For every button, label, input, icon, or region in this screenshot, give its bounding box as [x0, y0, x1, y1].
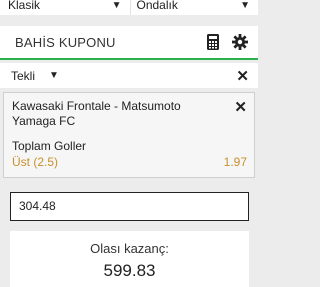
bet-mode-value: Klasik — [8, 0, 41, 12]
odds-format-select[interactable]: Ondalık ▼ — [129, 0, 259, 15]
chevron-down-icon: ▼ — [240, 0, 250, 11]
match-name: Kawasaki Frontale - Matsumoto Yamaga FC — [12, 99, 181, 128]
potential-winnings-label: Olası kazanç: — [90, 241, 169, 256]
chevron-down-icon: ▼ — [49, 70, 59, 81]
odds-format-value: Ondalık — [136, 0, 178, 12]
betslip-title: BAHİS KUPONU — [15, 34, 116, 50]
remove-selection-close-icon[interactable]: ✕ — [234, 98, 247, 116]
clear-all-close-icon[interactable]: ✕ — [236, 67, 249, 85]
selection-odds: 1.97 — [223, 155, 247, 169]
gear-icon[interactable] — [232, 34, 248, 50]
selection-pick: Üst (2.5) — [12, 155, 59, 169]
market-name: Toplam Goller — [12, 139, 87, 153]
betslip-header: BAHİS KUPONU — [0, 26, 258, 60]
top-selects: Klasik ▼ Ondalık ▼ — [0, 0, 258, 15]
stake-input[interactable]: 304.48 — [10, 192, 249, 221]
calculator-icon[interactable] — [207, 34, 219, 50]
potential-winnings-value: 599.83 — [103, 261, 156, 280]
selection-card: Kawasaki Frontale - Matsumoto Yamaga FC … — [3, 92, 255, 178]
chevron-down-icon: ▼ — [111, 0, 122, 11]
potential-winnings: Olası kazanç: 599.83 — [10, 231, 249, 287]
bet-mode-select[interactable]: Klasik ▼ — [0, 0, 130, 15]
bet-type-select[interactable]: Tekli ▼ ✕ — [0, 63, 258, 88]
bet-type-value: Tekli — [11, 68, 36, 83]
